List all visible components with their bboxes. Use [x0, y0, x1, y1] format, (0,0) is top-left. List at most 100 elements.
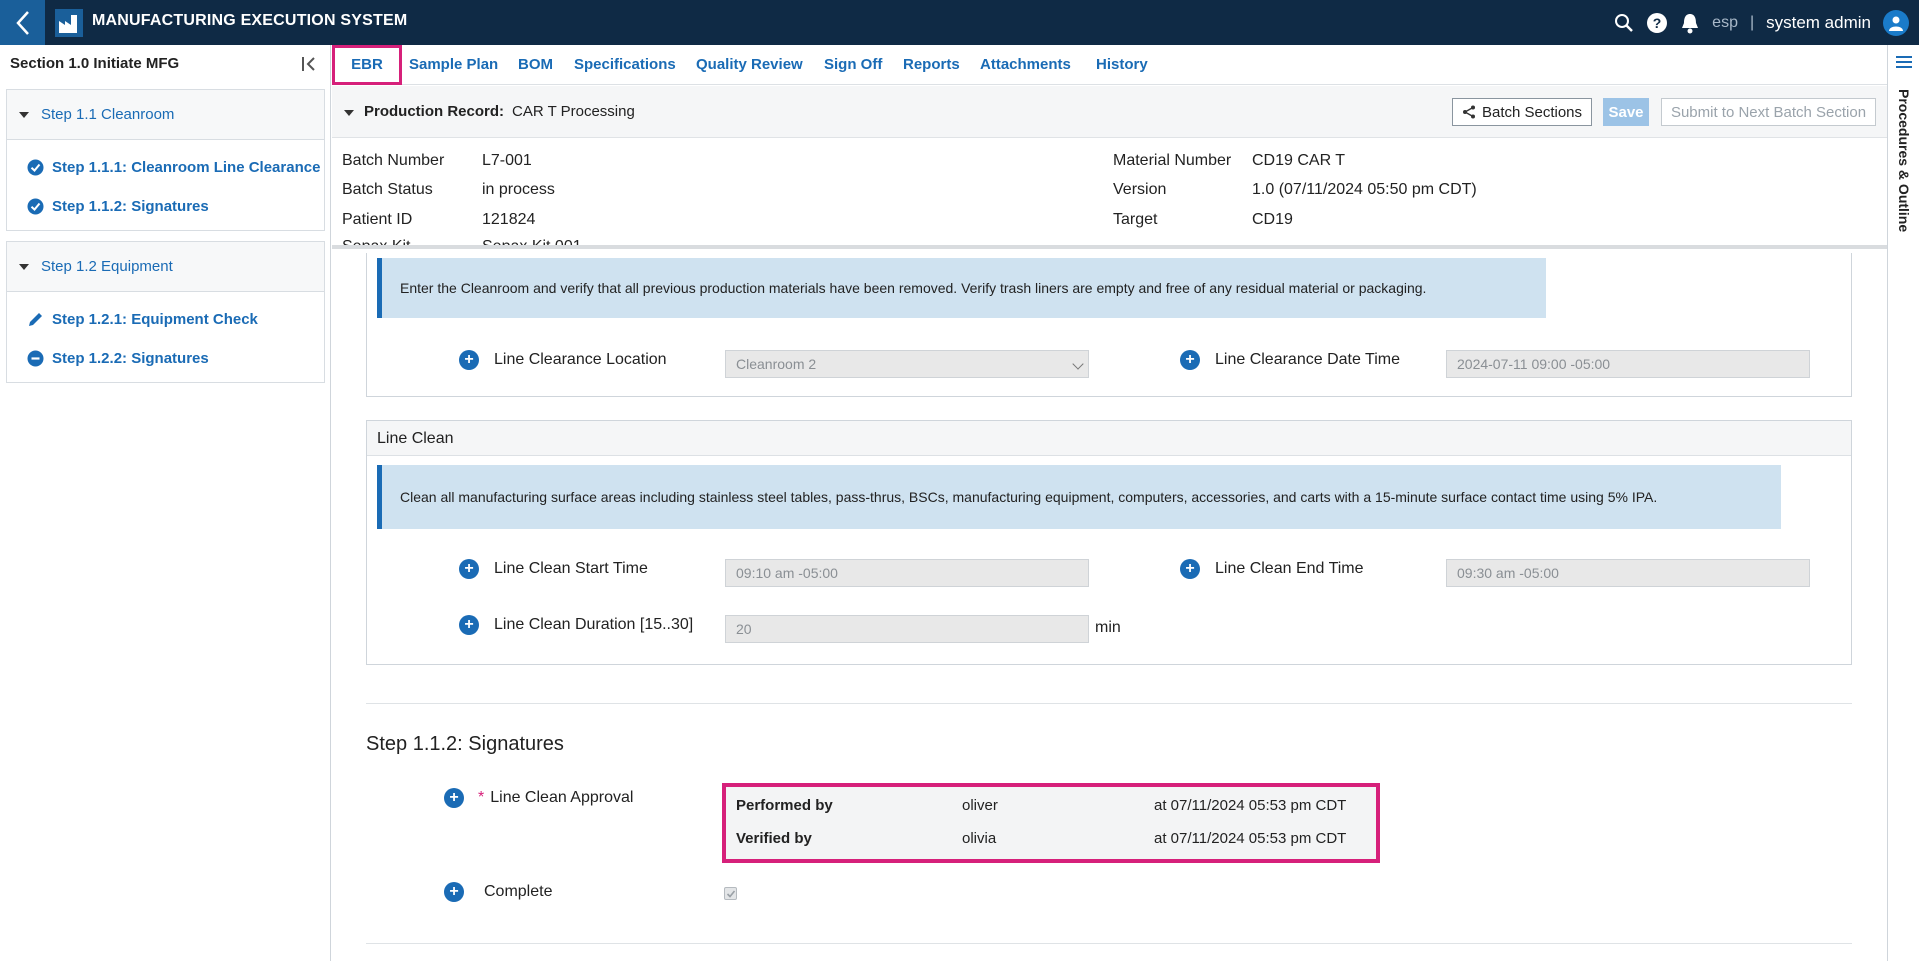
add-comment-icon[interactable]: + [459, 559, 479, 579]
caret-down-icon [19, 111, 29, 118]
batch-status-label: Batch Status [342, 181, 433, 198]
tab-specifications[interactable]: Specifications [574, 45, 676, 85]
target-label: Target [1113, 211, 1158, 228]
search-icon[interactable] [1614, 13, 1634, 33]
signatures-title: Step 1.1.2: Signatures [366, 733, 564, 755]
patient-id-value: 121824 [482, 211, 536, 228]
outline-menu-icon[interactable] [1896, 55, 1912, 69]
tab-bom[interactable]: BOM [518, 45, 553, 85]
section-divider [366, 943, 1852, 944]
line-clearance-panel: Enter the Cleanroom and verify that all … [366, 253, 1852, 397]
add-comment-icon[interactable]: + [459, 615, 479, 635]
add-comment-icon[interactable]: + [1180, 350, 1200, 370]
add-comment-icon[interactable]: + [444, 788, 464, 808]
sidebar-group-header[interactable]: Step 1.1 Cleanroom [7, 90, 324, 140]
back-button[interactable] [0, 0, 45, 45]
tab-sample-plan[interactable]: Sample Plan [409, 45, 498, 85]
version-label: Version [1113, 181, 1167, 198]
clearance-location-value: Cleanroom 2 [736, 356, 817, 372]
sidebar-item-equipment-check[interactable]: Step 1.2.1: Equipment Check [7, 300, 324, 339]
help-icon[interactable]: ? [1646, 12, 1668, 34]
save-button[interactable]: Save [1603, 98, 1649, 126]
record-content: Enter the Cleanroom and verify that all … [332, 253, 1887, 961]
target-value: CD19 [1252, 211, 1293, 228]
tab-history[interactable]: History [1096, 45, 1148, 85]
right-rail: Procedures & Outline [1887, 45, 1919, 961]
section-title: Section 1.0 Initiate MFG [10, 55, 180, 72]
chevron-left-icon [15, 10, 29, 35]
required-mark: * [478, 789, 485, 806]
procedures-outline-tab[interactable]: Procedures & Outline [1896, 89, 1912, 232]
language-selector[interactable]: esp [1712, 14, 1738, 32]
batch-sections-button[interactable]: Batch Sections [1452, 98, 1592, 126]
clearance-location-select[interactable]: Cleanroom 2 [725, 350, 1089, 378]
user-name[interactable]: system admin [1766, 13, 1871, 33]
check-icon [726, 889, 735, 898]
caret-down-icon[interactable] [344, 110, 354, 116]
user-icon [1889, 16, 1903, 31]
line-clean-end-label: Line Clean End Time [1215, 560, 1364, 577]
line-clean-approval-label: Line Clean Approval [490, 789, 634, 806]
signature-block: Performed by oliver at 07/11/2024 05:53 … [722, 783, 1380, 863]
batch-number-label: Batch Number [342, 152, 445, 169]
sidebar-group-cleanroom: Step 1.1 Cleanroom Step 1.1.1: Cleanroom… [6, 89, 325, 231]
batch-sections-label: Batch Sections [1481, 103, 1583, 121]
complete-checkbox[interactable] [724, 887, 737, 900]
sidebar-item-label: Step 1.2.1: Equipment Check [52, 311, 258, 328]
bell-icon[interactable] [1680, 12, 1700, 34]
clearance-instructions: Enter the Cleanroom and verify that all … [377, 258, 1546, 318]
group-label: Step 1.1 Cleanroom [41, 106, 175, 123]
tab-attachments[interactable]: Attachments [980, 45, 1071, 85]
material-number-label: Material Number [1113, 152, 1232, 169]
production-record-label: Production Record: [364, 103, 505, 120]
signature-row: Verified by olivia at 07/11/2024 05:53 p… [736, 830, 1366, 854]
signature-role: Performed by [736, 797, 833, 814]
line-clean-start-field[interactable]: 09:10 am -05:00 [725, 559, 1089, 587]
caret-down-icon [19, 263, 29, 270]
production-record-header: Production Record: CAR T Processing Batc… [332, 86, 1887, 138]
signature-time: at 07/11/2024 05:53 pm CDT [1154, 830, 1347, 847]
patient-id-label: Patient ID [342, 211, 413, 228]
tab-bar: EBR Sample Plan BOM Specifications Quali… [332, 45, 1887, 85]
tab-reports[interactable]: Reports [903, 45, 960, 85]
version-value: 1.0 (07/11/2024 05:50 pm CDT) [1252, 181, 1477, 198]
sidebar-item-label: Step 1.2.2: Signatures [52, 350, 209, 367]
line-clean-duration-field[interactable]: 20 [725, 615, 1089, 643]
top-header: MANUFACTURING EXECUTION SYSTEM ? esp | s… [0, 0, 1919, 45]
line-clean-start-label: Line Clean Start Time [494, 560, 648, 577]
factory-logo-icon [55, 9, 83, 37]
line-clean-instructions: Clean all manufacturing surface areas in… [377, 465, 1781, 529]
sepax-kit-label: Sepax Kit [342, 238, 411, 249]
signature-role: Verified by [736, 830, 812, 847]
group-label: Step 1.2 Equipment [41, 258, 173, 275]
complete-label: Complete [484, 883, 553, 900]
material-number-value: CD19 CAR T [1252, 152, 1346, 169]
line-clean-duration-label: Line Clean Duration [15..30] [494, 616, 694, 633]
tab-sign-off[interactable]: Sign Off [824, 45, 882, 85]
pencil-icon [27, 311, 44, 328]
tab-quality-review[interactable]: Quality Review [696, 45, 803, 85]
app-title: MANUFACTURING EXECUTION SYSTEM [92, 12, 408, 29]
add-comment-icon[interactable]: + [459, 350, 479, 370]
avatar[interactable] [1883, 9, 1909, 36]
add-comment-icon[interactable]: + [444, 882, 464, 902]
clearance-datetime-field[interactable]: 2024-07-11 09:00 -05:00 [1446, 350, 1810, 378]
sepax-kit-value: Sepax Kit 001 [482, 238, 582, 249]
left-sidebar: Section 1.0 Initiate MFG Step 1.1 Cleanr… [0, 45, 331, 961]
share-icon [1462, 105, 1475, 119]
signature-name: oliver [962, 797, 998, 814]
minus-circle-icon [27, 350, 44, 367]
sidebar-group-header[interactable]: Step 1.2 Equipment [7, 242, 324, 292]
add-comment-icon[interactable]: + [1180, 559, 1200, 579]
sidebar-item-cleanroom-line-clearance[interactable]: Step 1.1.1: Cleanroom Line Clearance [7, 148, 324, 187]
chevron-down-icon [1072, 358, 1084, 370]
check-circle-icon [27, 159, 44, 176]
collapse-sidebar-icon[interactable] [300, 54, 320, 74]
section-divider [366, 703, 1852, 704]
line-clean-panel: Line Clean Clean all manufacturing surfa… [366, 420, 1852, 665]
submit-next-section-button[interactable]: Submit to Next Batch Section [1661, 98, 1876, 126]
line-clean-end-field[interactable]: 09:30 am -05:00 [1446, 559, 1810, 587]
tab-ebr[interactable]: EBR [332, 45, 402, 85]
sidebar-item-signatures[interactable]: Step 1.1.2: Signatures [7, 187, 324, 226]
sidebar-item-signatures-2[interactable]: Step 1.2.2: Signatures [7, 339, 324, 378]
